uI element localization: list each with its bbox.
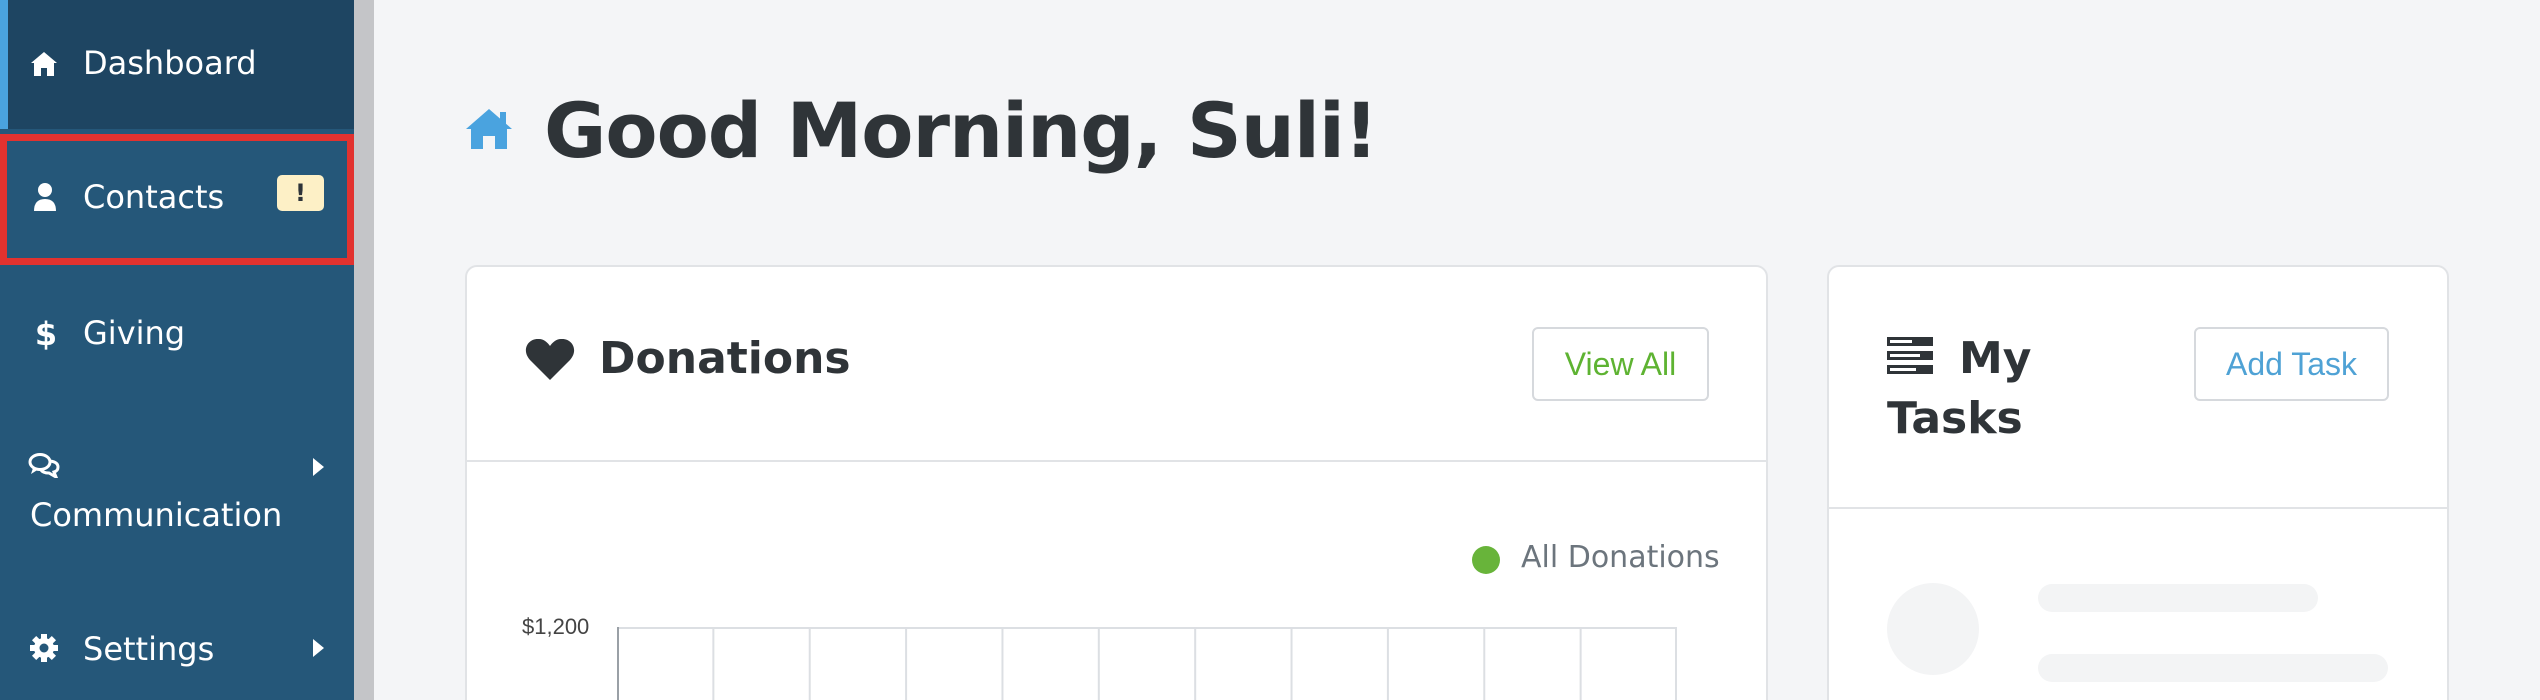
add-task-button[interactable]: Add Task — [2194, 327, 2389, 401]
sidebar-item-label: Contacts — [83, 178, 225, 216]
submenu-caret-icon — [313, 458, 324, 476]
card-title: My Tasks — [1887, 333, 2032, 444]
gear-icon — [28, 632, 60, 664]
submenu-caret-icon — [313, 639, 324, 657]
tasks-card: My Tasks Add Task — [1827, 265, 2449, 700]
sidebar-item-label: Settings — [83, 630, 215, 668]
view-all-button[interactable]: View All — [1532, 327, 1709, 401]
y-tick-label: $1,200 — [522, 614, 590, 639]
user-icon — [29, 181, 61, 213]
divider — [467, 460, 1766, 462]
legend-label: All Donations — [1521, 540, 1720, 575]
home-icon — [463, 106, 515, 152]
sidebar-item-settings[interactable]: Settings — [0, 600, 354, 700]
page-title: Good Morning, Suli! — [544, 86, 1379, 175]
card-title: Donations — [599, 333, 851, 384]
legend-marker — [1472, 546, 1500, 574]
heart-icon — [525, 337, 575, 385]
sidebar-item-giving[interactable]: $ Giving — [0, 270, 354, 400]
sidebar-item-contacts[interactable]: Contacts ! — [0, 134, 354, 265]
sidebar-item-communication[interactable]: Communication — [0, 405, 354, 595]
dollar-icon: $ — [34, 315, 58, 353]
comments-icon — [28, 449, 60, 481]
sidebar-scrollbar[interactable] — [354, 0, 374, 700]
sidebar: Dashboard Contacts ! $ Giving Communicat… — [0, 0, 354, 700]
sidebar-item-label: Dashboard — [83, 44, 257, 82]
home-icon — [28, 48, 60, 80]
sidebar-item-dashboard[interactable]: Dashboard — [0, 0, 354, 129]
divider — [1829, 507, 2447, 509]
sidebar-item-label: Communication — [30, 496, 283, 534]
sidebar-item-label: Giving — [83, 314, 186, 352]
donations-chart — [617, 627, 1677, 700]
active-indicator — [0, 0, 8, 129]
alert-badge: ! — [277, 175, 324, 211]
donations-card: Donations View All All Donations $1,200 — [465, 265, 1768, 700]
loading-line-placeholder — [2038, 654, 2388, 682]
loading-line-placeholder — [2038, 584, 2318, 612]
loading-avatar-placeholder — [1887, 583, 1979, 675]
